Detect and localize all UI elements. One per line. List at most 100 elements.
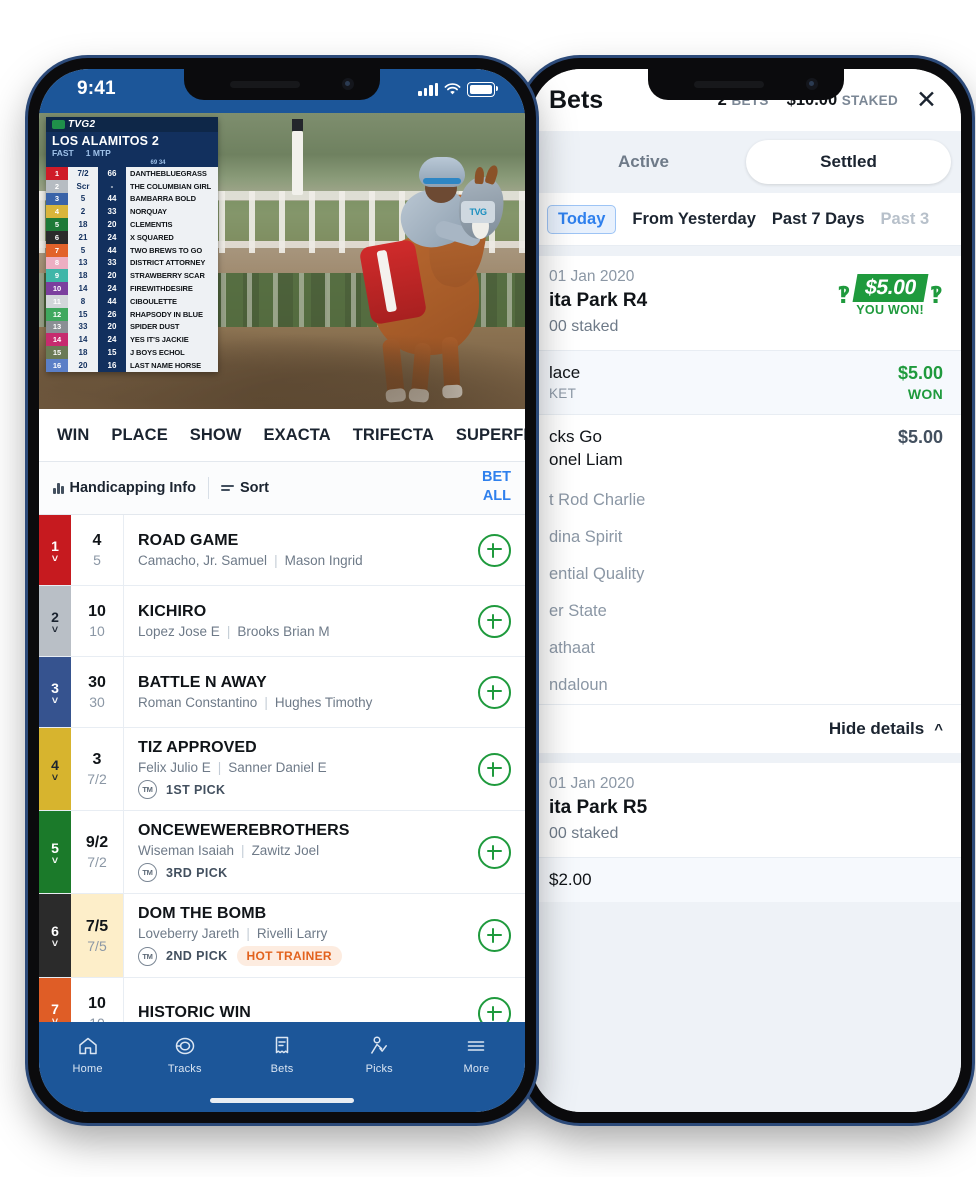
bet-leg-subtitle: KET: [549, 386, 577, 401]
bet-all-button[interactable]: BET ALL: [482, 468, 511, 506]
board-ml: 26: [98, 307, 126, 321]
handicapping-info-button[interactable]: Handicapping Info: [53, 480, 196, 496]
entry-row[interactable]: 4 ˅ 3 7/2 TIZ APPROVED Felix Julio E | Sanner D…: [39, 728, 525, 811]
settled-bets-list[interactable]: 01 Jan 2020 ita Park R4 00 staked ‽ $5.0…: [531, 246, 961, 1112]
chevron-down-icon: ˅: [51, 771, 59, 784]
pick-label: 1ST PICK: [166, 782, 226, 797]
post-position-number: 6: [51, 923, 59, 939]
nav-item-tracks[interactable]: Tracks: [136, 1034, 233, 1075]
tab-settled[interactable]: Settled: [746, 140, 951, 184]
trainer-name: Zawitz Joel: [251, 843, 320, 858]
board-post-position: 6: [46, 230, 68, 244]
entry-row[interactable]: 3 ˅ 30 30 BATTLE N AWAY Roman Constantino | Hug…: [39, 657, 525, 728]
board-post-position: 10: [46, 282, 68, 295]
board-horse-name: SPIDER DUST: [126, 320, 218, 334]
board-ml: 16: [98, 358, 126, 372]
list-item: t Rod Charlie: [549, 491, 646, 509]
bar-chart-icon: [53, 482, 64, 494]
bet-card[interactable]: 01 Jan 2020 ita Park R5 00 staked $2.00: [531, 763, 961, 902]
race-entries-list[interactable]: 1 ˅ 4 5 ROAD GAME Camacho, Jr. Samuel | Mason I…: [39, 515, 525, 1049]
tm-pick-icon: TM: [138, 780, 157, 799]
close-icon[interactable]: ✕: [916, 87, 937, 113]
bet-stake: 00 staked: [549, 825, 619, 842]
tab-win[interactable]: WIN: [57, 426, 89, 445]
nav-item-home[interactable]: Home: [39, 1034, 136, 1075]
nav-label: Picks: [365, 1063, 393, 1075]
divider: |: [241, 843, 245, 858]
bet-leg-row: cks Go onel Liam $5.00: [531, 414, 961, 482]
post-position-number: 5: [51, 839, 59, 856]
hamburger-menu-icon: [468, 1041, 485, 1051]
board-row: 9 18 20 STRAWBERRY SCAR: [46, 269, 218, 283]
entry-row[interactable]: 2 ˅ 10 10 KICHIRO Lopez Jose E | Brooks Brian M: [39, 586, 525, 657]
entry-post-position[interactable]: 1 ˅: [39, 515, 71, 585]
entry-post-position[interactable]: 4 ˅: [39, 728, 71, 810]
bet-leg-info: cks Go onel Liam: [549, 427, 623, 470]
filter-past-7-days[interactable]: Past 7 Days: [772, 210, 865, 229]
bet-leg-result: $5.00: [898, 427, 943, 448]
nav-item-bets[interactable]: Bets: [233, 1034, 330, 1075]
board-ml: 20: [98, 269, 126, 283]
board-odds: 21: [68, 230, 98, 244]
entry-post-position[interactable]: 3 ˅: [39, 657, 71, 727]
picks-person-icon: [371, 1036, 388, 1054]
tab-exacta[interactable]: EXACTA: [264, 426, 331, 445]
bet-leg-amount: $5.00: [897, 427, 943, 447]
tab-place[interactable]: PLACE: [111, 426, 167, 445]
board-odds: 18: [68, 218, 98, 231]
filter-past-30-days[interactable]: Past 3: [881, 210, 930, 229]
hide-details-button[interactable]: Hide details ^: [531, 704, 961, 753]
add-to-betslip-button[interactable]: [463, 515, 525, 585]
entry-row[interactable]: 6 ˅ 7/5 7/5 DOM THE BOMB Loveberry Jareth | Riv…: [39, 894, 525, 978]
sort-icon: [220, 484, 234, 492]
jockey-name: Camacho, Jr. Samuel: [138, 553, 268, 568]
bet-card[interactable]: 01 Jan 2020 ita Park R4 00 staked ‽ $5.0…: [531, 256, 961, 753]
add-to-betslip-button[interactable]: [463, 811, 525, 893]
track-condition: FAST: [52, 148, 74, 158]
current-odds: 3: [92, 751, 102, 768]
tab-trifecta[interactable]: TRIFECTA: [353, 426, 434, 445]
board-column-header: 69 34: [150, 160, 166, 166]
entry-row[interactable]: 5 ˅ 9/2 7/2 ONCEWEWEREBROTHERS Wiseman Isaiah…: [39, 811, 525, 894]
nav-item-more[interactable]: More: [428, 1034, 525, 1075]
tab-active[interactable]: Active: [541, 140, 746, 184]
board-post-position: 14: [46, 333, 68, 347]
board-post-position: 8: [46, 256, 68, 270]
entry-post-position[interactable]: 2 ˅: [39, 586, 71, 656]
entry-odds: 3 7/2: [71, 728, 124, 810]
add-to-betslip-button[interactable]: [463, 894, 525, 977]
pick-label: 2ND PICK: [166, 949, 228, 963]
sort-label: Sort: [239, 480, 269, 496]
board-ml: 33: [98, 256, 126, 270]
add-to-betslip-button[interactable]: [463, 586, 525, 656]
filter-today[interactable]: Today: [547, 204, 617, 234]
front-camera: [342, 78, 354, 90]
filter-from-yesterday[interactable]: From Yesterday: [632, 210, 756, 229]
divider: |: [217, 760, 222, 775]
status-bar-indicators: [418, 82, 498, 97]
nav-item-picks[interactable]: Picks: [331, 1034, 428, 1075]
entry-post-position[interactable]: 5 ˅: [39, 811, 71, 893]
left-phone-frame: 9:41 TVG TVG2 LOS ALAMITOS 2 FAST 1 MTP …: [28, 58, 536, 1123]
entry-row[interactable]: 1 ˅ 4 5 ROAD GAME Camacho, Jr. Samuel | Mason I…: [39, 515, 525, 586]
tab-show[interactable]: SHOW: [190, 426, 242, 445]
entry-connections: Camacho, Jr. Samuel | Mason Ingrid: [138, 553, 453, 568]
board-row: 4 2 33 NORQUAY: [46, 205, 218, 219]
won-label: YOU WON!: [856, 303, 924, 317]
add-to-betslip-button[interactable]: [463, 657, 525, 727]
add-to-betslip-button[interactable]: [463, 728, 525, 810]
sort-button[interactable]: Sort: [220, 480, 269, 496]
current-odds: 4: [92, 532, 102, 549]
board-odds: 13: [68, 256, 98, 270]
board-post-position: 7: [46, 243, 68, 257]
board-row: 3 5 44 BAMBARRA BOLD: [46, 192, 218, 206]
divider: |: [226, 624, 231, 639]
tab-superfecta[interactable]: SUPERFECTA: [456, 426, 525, 445]
jockey-name: Wiseman Isaiah: [138, 843, 235, 858]
entry-post-position[interactable]: 6 ˅: [39, 894, 71, 977]
bet-leg-subtitle: onel Liam: [549, 450, 623, 469]
tm-pick-icon: TM: [138, 863, 157, 882]
horse-name: BATTLE N AWAY: [138, 674, 267, 691]
race-video-player[interactable]: TVG TVG2 LOS ALAMITOS 2 FAST 1 MTP 69 34…: [39, 113, 525, 409]
board-post-position: 4: [46, 205, 68, 219]
